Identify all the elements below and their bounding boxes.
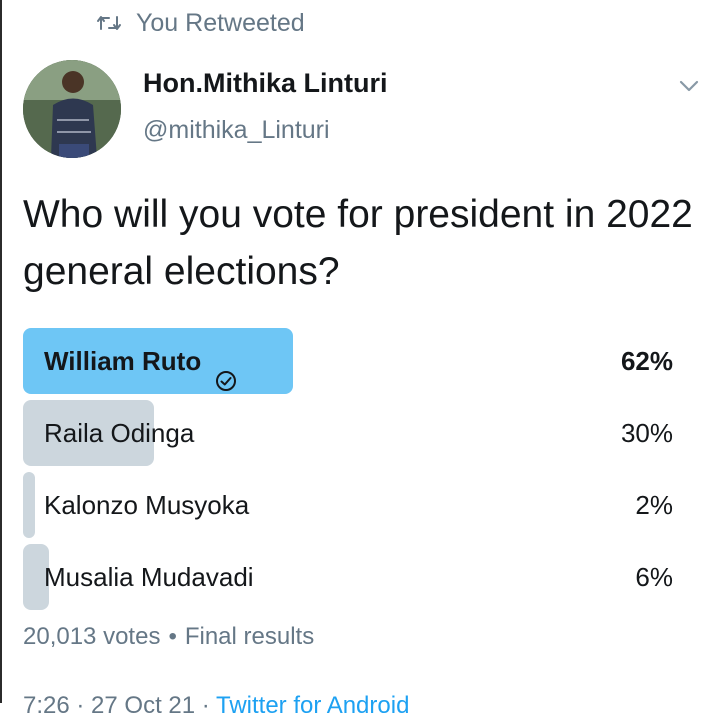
poll-option-percent: 2%	[635, 490, 673, 520]
author-name[interactable]: Hon.Mithika Linturi	[143, 68, 387, 99]
poll-option: Raila Odinga 30%	[23, 400, 673, 466]
poll-option-label: Raila Odinga	[44, 418, 195, 448]
poll-option: Musalia Mudavadi 6%	[23, 544, 673, 610]
separator: •	[168, 623, 177, 650]
poll-summary: 20,013 votes • Final results	[23, 623, 314, 651]
tweet-timestamp: 7:26 · 27 Oct 21 ·	[23, 692, 210, 719]
poll-option-label: Kalonzo Musyoka	[44, 490, 250, 520]
poll-option-bar	[23, 472, 35, 538]
poll-option-percent: 30%	[620, 418, 673, 448]
screen-edge	[0, 0, 2, 703]
retweet-context: You Retweeted	[96, 6, 305, 40]
retweet-label: You Retweeted	[136, 8, 305, 37]
retweet-icon	[96, 12, 122, 34]
author-handle[interactable]: @mithika_Linturi	[143, 116, 330, 145]
tweet-meta: 7:26 · 27 Oct 21 · Twitter for Android	[23, 692, 409, 720]
vote-count: 20,013 votes	[23, 623, 161, 650]
poll-option-label: William Ruto	[44, 346, 202, 376]
chevron-down-icon[interactable]	[678, 78, 700, 94]
avatar[interactable]	[23, 60, 121, 158]
poll-status: Final results	[184, 623, 315, 650]
poll-option: William Ruto 62%	[23, 328, 673, 394]
poll-option-percent: 6%	[635, 562, 673, 592]
tweet-client-link[interactable]: Twitter for Android	[216, 692, 409, 719]
check-circle-icon	[215, 350, 237, 391]
poll-option: Kalonzo Musyoka 2%	[23, 472, 673, 538]
poll-option-label: Musalia Mudavadi	[44, 562, 254, 592]
poll-option-percent: 62%	[620, 346, 673, 376]
tweet-text: Who will you vote for president in 2022 …	[23, 193, 693, 293]
